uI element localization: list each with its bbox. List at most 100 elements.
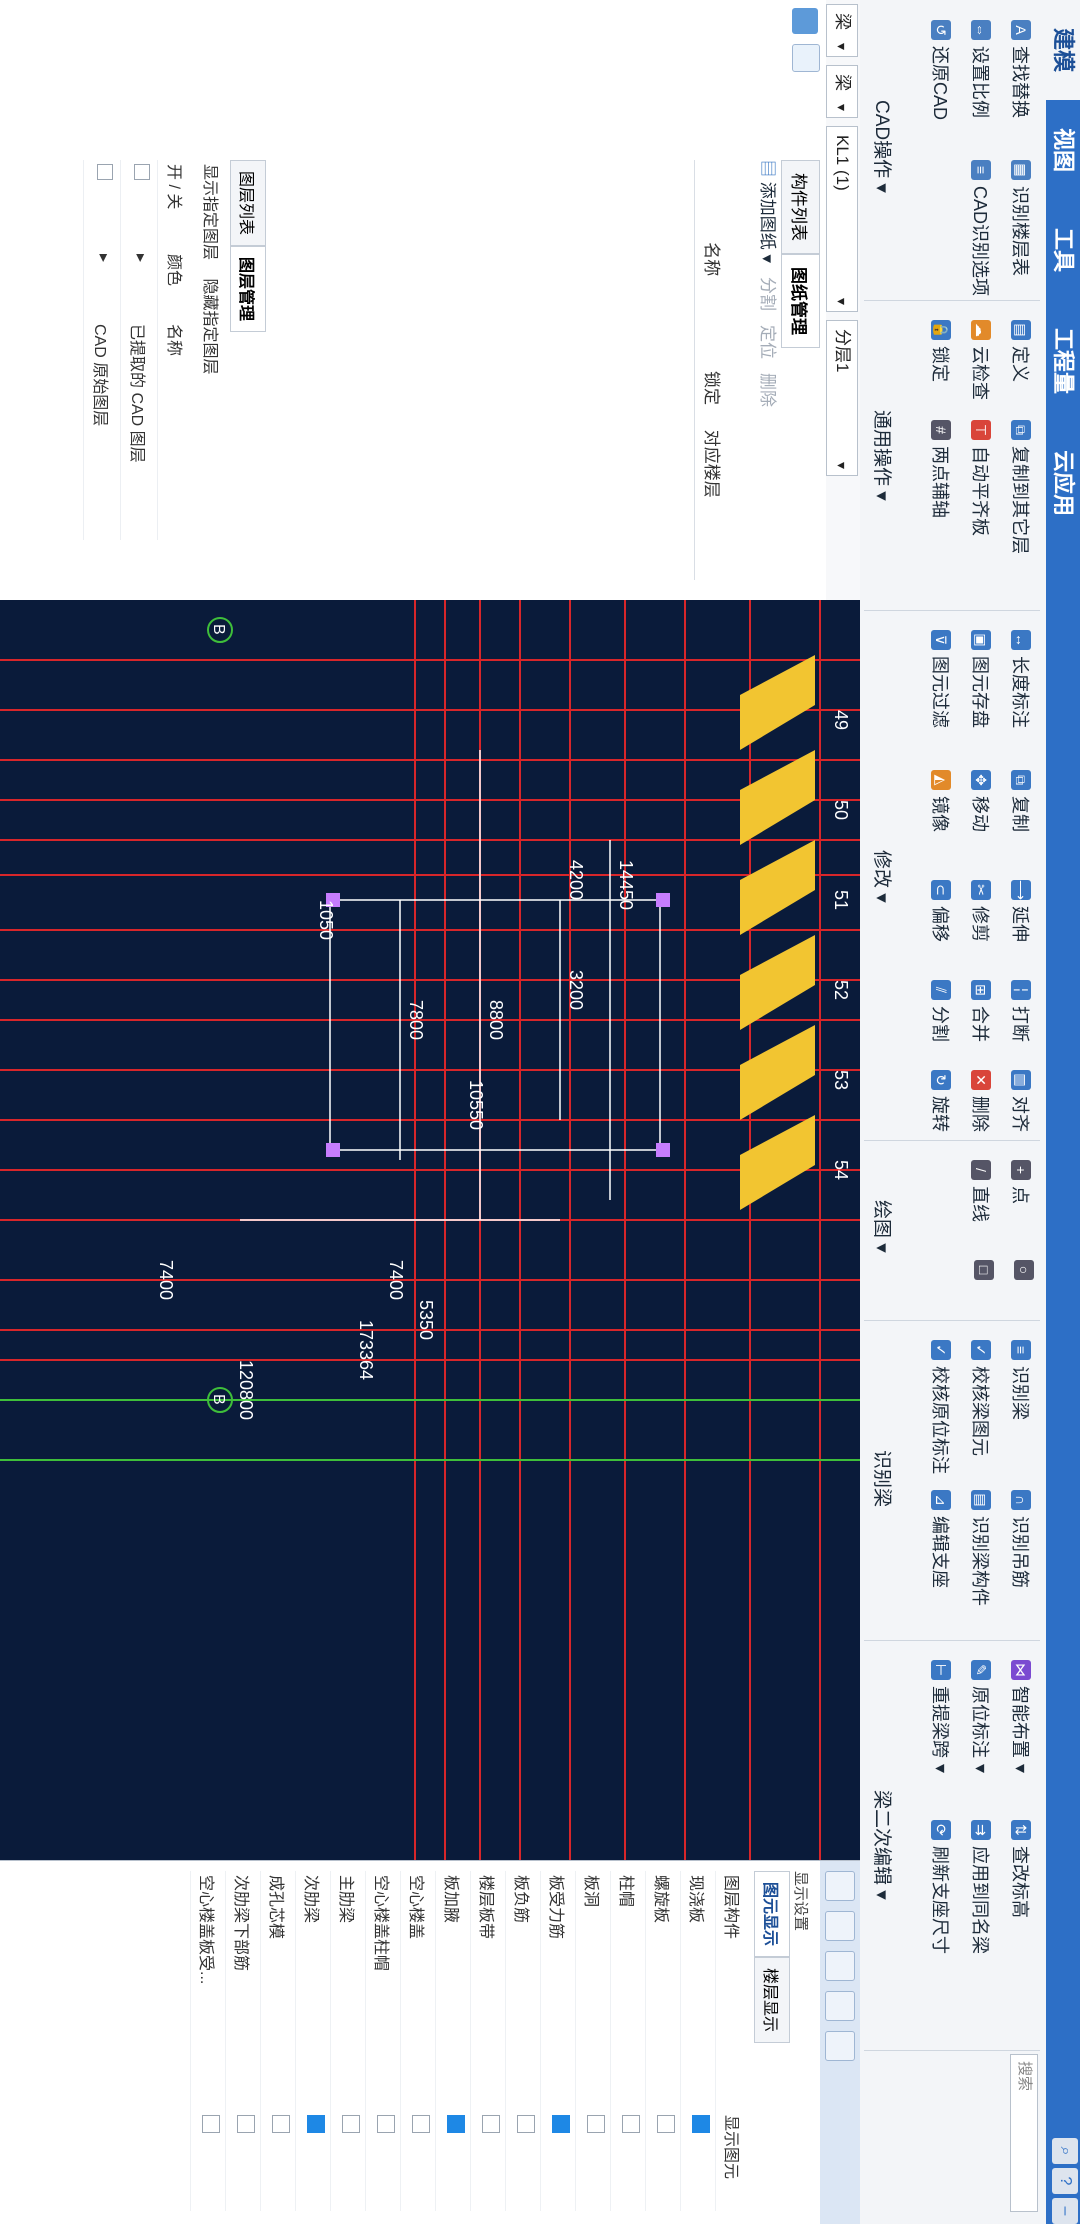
refresh-support-button[interactable]: ⟳ 刷新支座尺寸 [928,1820,954,1954]
checkbox[interactable] [272,2115,290,2133]
break-button[interactable]: ╎ 打断 [1008,980,1034,1042]
cad-options-button[interactable]: ≡ CAD识别选项 [968,160,994,296]
group-title[interactable]: 修改 ▾ [870,850,897,903]
expand-icon[interactable]: ▸ [83,250,120,320]
tree-row[interactable]: 空心楼盖板受... [190,1871,225,2211]
point-button[interactable]: + 点 [1008,1160,1034,1204]
edit-support-button[interactable]: ⊿ 编辑支座 [928,1490,954,1588]
align-button[interactable]: ▥ 对齐 [1008,1070,1034,1132]
tab-floor-display[interactable]: 楼层显示 [754,1957,790,2044]
checkbox[interactable] [447,2115,465,2133]
expand-icon[interactable]: ▸ [120,250,157,320]
checkbox[interactable] [202,2115,220,2133]
group-title[interactable]: 梁二次编辑 ▾ [870,1790,897,1900]
tab-member-list[interactable]: 构件列表 [781,160,820,254]
checkbox[interactable] [134,164,151,180]
find-replace-button[interactable]: A 查找替换 [1008,20,1034,118]
in-situ-annotation-button[interactable]: ✎ 原位标注 ▾ [968,1660,994,1773]
tree-row[interactable]: 板加腋 [435,1871,470,2211]
delete-drawing-button[interactable]: 删除 [757,373,782,407]
group-title[interactable]: 通用操作 ▾ [870,410,897,501]
delete-button[interactable]: ✕ 删除 [968,1070,994,1132]
checkbox[interactable] [552,2115,570,2133]
tree-row-toggle[interactable] [471,2111,505,2191]
trim-button[interactable]: ✂ 修剪 [968,880,994,942]
tree-row-toggle[interactable] [401,2111,435,2191]
member-select[interactable]: KL1 (1) [826,126,858,312]
tree-row[interactable]: 成孔芯模 [260,1871,295,2211]
tree-row-toggle[interactable] [296,2111,330,2191]
tree-row-toggle[interactable] [576,2111,610,2191]
tab-cloud[interactable]: 云应用 [1046,422,1080,544]
length-dim-button[interactable]: ↔ 长度标注 [1008,630,1034,728]
copy-button[interactable]: ⧉ 复制 [1008,770,1034,832]
view-settings-icon[interactable] [825,2031,855,2061]
tab-view[interactable]: 视图 [1046,100,1080,200]
tree-row[interactable]: 次肋梁 [295,1871,330,2211]
hide-layer-option[interactable]: 隐藏指定图层 [201,278,218,374]
recognize-floor-table-button[interactable]: ▦ 识别楼层表 [1008,160,1034,276]
merge-button[interactable]: ⊞ 合并 [968,980,994,1042]
tree-row-toggle[interactable] [261,2111,295,2191]
layer-toggle[interactable] [83,160,120,250]
checkbox[interactable] [587,2115,605,2133]
checkbox[interactable] [412,2115,430,2133]
auto-align-slab-button[interactable]: ⊤ 自动平齐板 [968,420,994,536]
tree-row-toggle[interactable] [541,2111,575,2191]
tree-row[interactable]: 楼层板带 [470,1871,505,2211]
checkbox[interactable] [97,164,114,180]
checkbox[interactable] [237,2115,255,2133]
tree-row[interactable]: 板受力筋 [540,1871,575,2211]
recognize-beam-member-button[interactable]: ▤ 识别梁构件 [968,1490,994,1606]
layer-select[interactable]: 分层1 [826,320,858,476]
lock-button[interactable]: 🔒 锁定 [928,320,954,382]
checkbox[interactable] [657,2115,675,2133]
tree-row-toggle[interactable] [191,2111,225,2191]
category-select[interactable]: 梁 [826,4,858,57]
copy-to-floor-button[interactable]: ⧉ 复制到其它层 [1008,420,1034,554]
tree-row-toggle[interactable] [436,2111,470,2191]
tree-row-toggle[interactable] [646,2111,680,2191]
checkbox[interactable] [482,2115,500,2133]
two-point-axis-button[interactable]: # 两点辅轴 [928,420,954,518]
rotate-view-icon[interactable] [825,1991,855,2021]
tab-drawing-management[interactable]: 图纸管理 [781,254,820,348]
recognize-hanger-button[interactable]: ∩ 识别吊筋 [1008,1490,1034,1588]
minimize-icon[interactable]: – [1052,2198,1078,2224]
tab-tools[interactable]: 工具 [1046,200,1080,300]
offset-button[interactable]: ⊂ 偏移 [928,880,954,942]
list-view-icon[interactable] [792,8,818,34]
rotate-button[interactable]: ↻ 旋转 [928,1070,954,1132]
show-layer-option[interactable]: 显示指定图层 [201,164,218,260]
split-button[interactable]: ⫽ 分割 [928,980,954,1042]
type-select[interactable]: 梁 [826,65,858,118]
rectangle-button[interactable]: □ [974,1260,994,1280]
tree-row[interactable]: 板负筋 [505,1871,540,2211]
tree-row[interactable]: 主肋梁 [330,1871,365,2211]
set-scale-button[interactable]: ⇔ 设置比例 [968,20,994,118]
checkbox[interactable] [307,2115,325,2133]
tree-row-toggle[interactable] [681,2111,715,2191]
cloud-check-button[interactable]: ☁ 云检查 [968,320,994,400]
cad-drawing[interactable]: 49 50 51 52 53 54 14450 4200 3200 1050 8… [0,600,860,1860]
tree-row[interactable]: 板洞 [575,1871,610,2211]
tree-row[interactable]: 空心楼盖柱帽 [365,1871,400,2211]
extend-button[interactable]: ⟶ 延伸 [1008,880,1034,942]
tree-row-toggle[interactable] [226,2111,260,2191]
group-title[interactable]: 绘图 ▾ [870,1200,897,1253]
search-input[interactable]: 搜索 [1010,2054,1038,2212]
tab-modeling[interactable]: 建模 [1046,0,1080,101]
circle-button[interactable]: ○ [1014,1260,1034,1280]
reextract-span-button[interactable]: ⊢ 重提梁跨 ▾ [928,1660,954,1773]
check-annotation-button[interactable]: ✓ 校核原位标注 [928,1340,954,1474]
tree-row[interactable]: 空心楼盖 [400,1871,435,2211]
tab-quantity[interactable]: 工程量 [1046,300,1080,422]
drawing-canvas[interactable]: 49 50 51 52 53 54 14450 4200 3200 1050 8… [0,600,860,1860]
tab-layer-management[interactable]: 图层管理 [230,246,266,333]
tree-row[interactable]: 现浇板 [680,1871,715,2211]
save-element-button[interactable]: ▣ 图元存盘 [968,630,994,728]
restore-cad-button[interactable]: ↺ 还原CAD [928,20,954,120]
view-top-icon[interactable] [825,1911,855,1941]
view-box-icon[interactable] [825,1951,855,1981]
tree-row-toggle[interactable] [331,2111,365,2191]
